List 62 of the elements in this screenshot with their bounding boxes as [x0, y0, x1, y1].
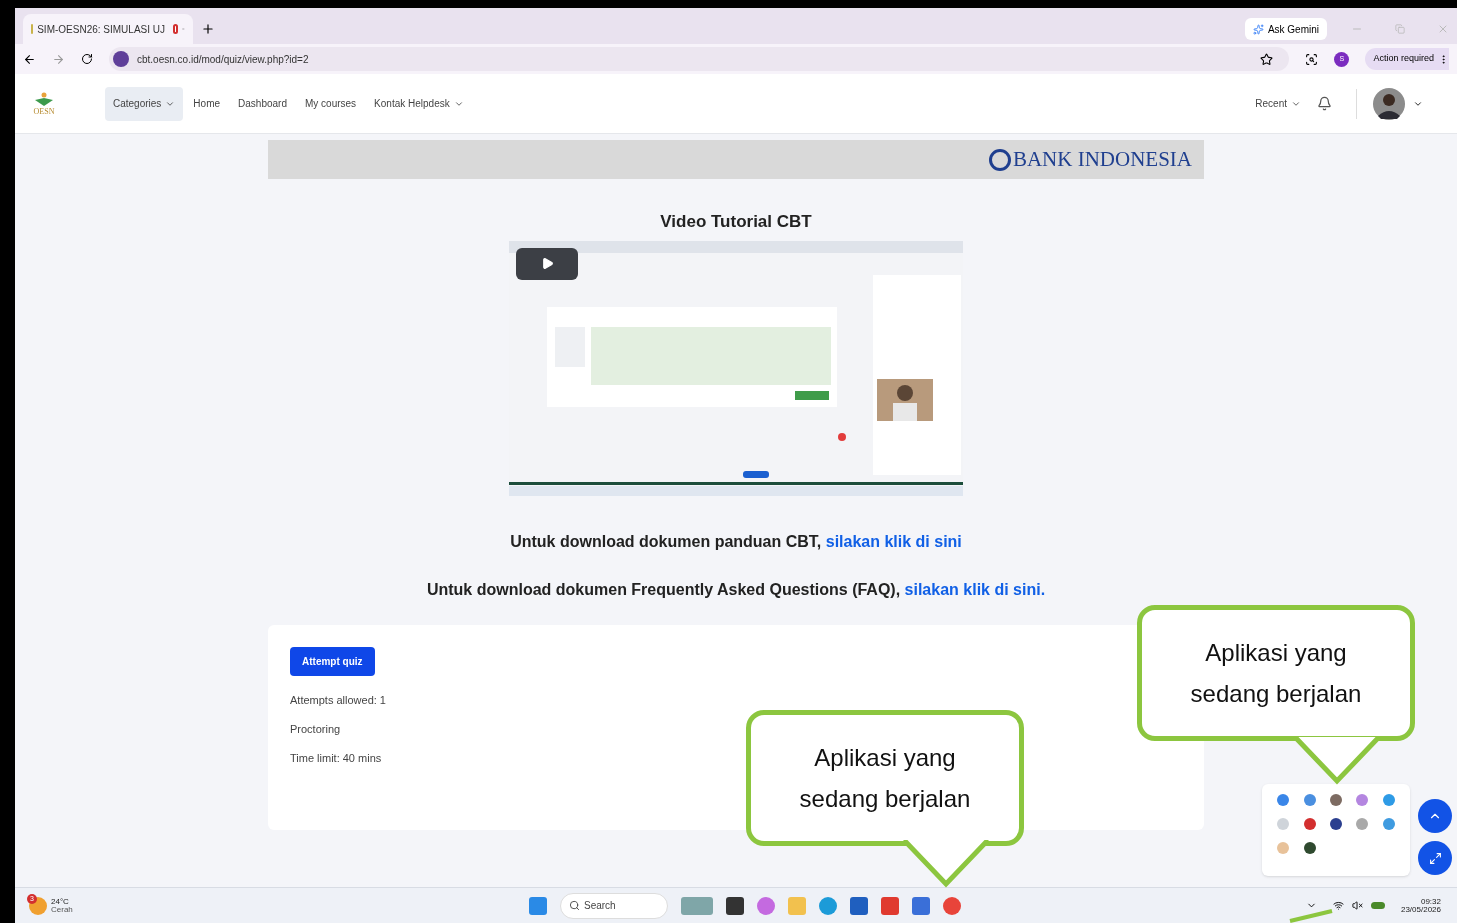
recent-button[interactable]: Recent [1255, 96, 1301, 111]
bank-logo-text: BANK INDONESIA [1012, 145, 1192, 173]
people-logo-icon [33, 91, 55, 108]
mute-icon[interactable] [1351, 900, 1363, 911]
chrome-icon[interactable] [943, 896, 961, 915]
tray-app-icon[interactable] [1330, 794, 1342, 806]
action-required-button[interactable]: Action required [1365, 48, 1449, 70]
fullscreen-button[interactable] [1418, 841, 1452, 875]
lens-icon[interactable] [1305, 52, 1319, 66]
taskbar-search[interactable]: Search [560, 892, 668, 919]
nav-link[interactable]: Kontak Helpdesk [366, 86, 472, 121]
new-tab-icon[interactable] [201, 22, 215, 36]
address-bar[interactable]: cbt.oesn.co.id/mod/quiz/view.php?id=2 [109, 47, 1290, 71]
expand-icon [1428, 851, 1442, 865]
bank-logo-icon [988, 148, 1011, 171]
quiz-info: Proctoring [290, 722, 341, 734]
weather-condition: Cerah [51, 905, 73, 914]
battery-icon[interactable] [1370, 902, 1385, 909]
ask-gemini-button[interactable]: Ask Gemini [1244, 18, 1327, 40]
widget-icon[interactable] [681, 896, 713, 915]
user-avatar[interactable] [1373, 87, 1405, 120]
app-icon[interactable] [912, 896, 930, 915]
browser-tab[interactable]: SIM-OESN26: SIMULASI UJ [23, 14, 193, 44]
section-title: Video Tutorial CBT [660, 211, 812, 233]
clock-time: 09:32 [1420, 897, 1441, 906]
notification-icon[interactable] [1317, 96, 1332, 111]
app-icon[interactable] [881, 896, 899, 915]
scroll-up-button[interactable] [1418, 799, 1452, 833]
tray-app-icon[interactable] [1303, 842, 1316, 854]
nav-link[interactable]: Home [185, 86, 229, 121]
edge-icon[interactable] [819, 896, 837, 915]
tray-app-icon[interactable] [1303, 818, 1316, 830]
back-icon[interactable] [23, 52, 36, 66]
copilot-icon[interactable] [757, 896, 775, 915]
site-info-icon[interactable] [113, 51, 129, 67]
tray-app-icon[interactable] [1330, 818, 1342, 830]
download-text: Untuk download dokumen Frequently Asked Questions (FAQ), silakan klik di sini. [426, 579, 1046, 600]
download-link[interactable]: silakan klik di sini. [904, 580, 1046, 598]
nav-link[interactable]: Dashboard [230, 86, 295, 121]
logo-text: OESN [33, 107, 55, 116]
quiz-info: Attempts allowed: 1 [290, 693, 386, 705]
bookmark-icon[interactable] [1260, 52, 1274, 66]
reload-icon[interactable] [81, 53, 93, 65]
download-text: Untuk download dokumen panduan CBT, silakan klik di sini [510, 531, 962, 552]
store-icon[interactable] [850, 896, 868, 915]
clock-date: 23/05/2026 [1400, 905, 1441, 914]
play-button[interactable] [516, 247, 578, 280]
sparkle-icon [1252, 23, 1264, 35]
quiz-info: Time limit: 40 mins [290, 751, 382, 763]
search-icon [569, 900, 580, 911]
play-icon [540, 257, 554, 270]
task-view-icon[interactable] [726, 896, 744, 915]
tab-title: SIM-OESN26: SIMULASI UJ [37, 22, 165, 37]
download-link[interactable]: silakan klik di sini [825, 532, 962, 550]
wifi-icon[interactable] [1332, 900, 1344, 911]
temperature: 24°C [51, 897, 70, 906]
nav-link[interactable]: My courses [296, 86, 365, 121]
forward-icon[interactable] [52, 52, 65, 66]
nav-link[interactable]: Categories [105, 86, 184, 121]
url-text: cbt.oesn.co.id/mod/quiz/view.php?id=2 [137, 52, 309, 67]
windows-logo-icon[interactable] [529, 896, 547, 915]
attempt-quiz-button[interactable]: Attempt quiz [290, 647, 375, 676]
